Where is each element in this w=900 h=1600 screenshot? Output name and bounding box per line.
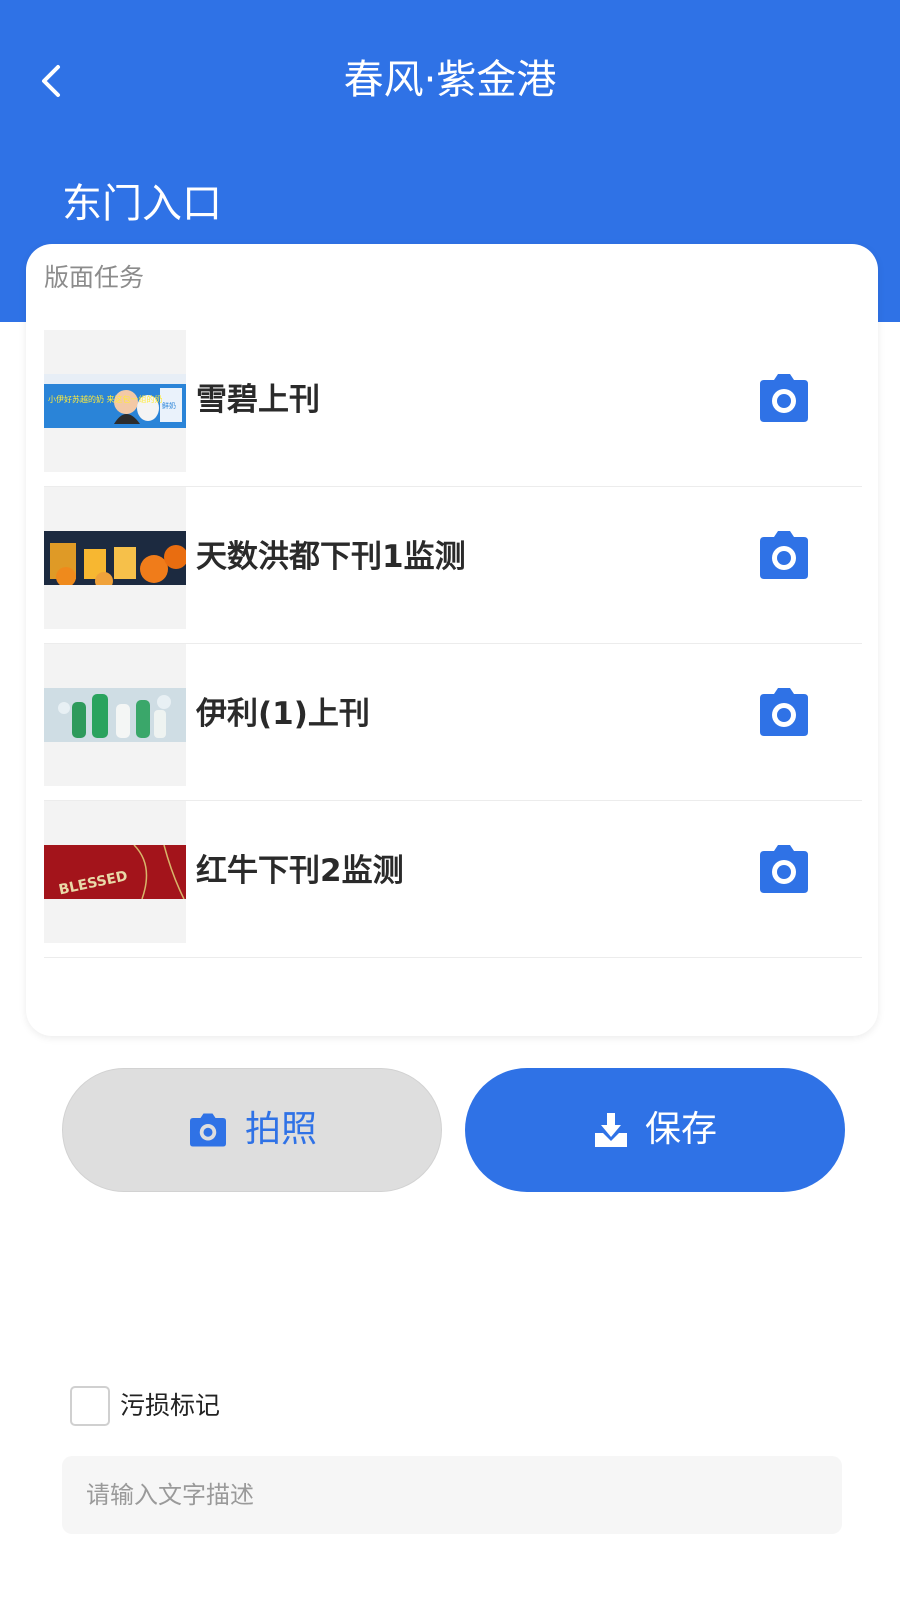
task-name: 天数洪都下刊1监测	[196, 539, 466, 575]
description-input[interactable]	[62, 1456, 842, 1534]
task-camera-button[interactable]	[756, 686, 812, 738]
camera-icon	[760, 845, 808, 893]
task-camera-button[interactable]	[756, 529, 812, 581]
photo-button[interactable]: 拍照	[62, 1068, 442, 1192]
task-row[interactable]: 伊利(1)上刊	[44, 644, 862, 801]
photo-button-label: 拍照	[244, 1109, 317, 1150]
tasks-card: 版面任务 小伊好苏越的奶 来这包一组的奶 鲜奶 雪碧上刊 天数洪都下刊1监测 伊…	[26, 244, 878, 1036]
task-thumbnail[interactable]: 小伊好苏越的奶 来这包一组的奶 鲜奶	[44, 330, 186, 472]
thumb-caption: 小伊好苏越的奶 来这包一组的奶	[48, 394, 163, 404]
task-thumbnail-image: 小伊好苏越的奶 来这包一组的奶 鲜奶	[44, 374, 186, 428]
task-name: 伊利(1)上刊	[196, 696, 370, 732]
page-title: 春风·紫金港	[343, 57, 557, 103]
save-button-label: 保存	[644, 1109, 717, 1150]
camera-icon	[760, 688, 808, 736]
task-thumbnail[interactable]	[44, 644, 186, 786]
save-button[interactable]: 保存	[465, 1068, 845, 1192]
card-title: 版面任务	[44, 263, 145, 292]
task-row[interactable]: 小伊好苏越的奶 来这包一组的奶 鲜奶 雪碧上刊	[44, 330, 862, 487]
task-row[interactable]: BLESSED 红牛下刊2监测	[44, 801, 862, 958]
task-thumbnail-image	[44, 531, 186, 585]
location-title: 东门入口	[62, 181, 222, 227]
thumb-badge: 鲜奶	[162, 401, 176, 410]
damage-mark-row: 污损标记	[70, 1386, 220, 1426]
damage-mark-checkbox[interactable]	[70, 1386, 110, 1426]
task-camera-button[interactable]	[756, 843, 812, 895]
task-thumbnail[interactable]	[44, 487, 186, 629]
camera-icon	[760, 374, 808, 422]
task-row[interactable]: 天数洪都下刊1监测	[44, 487, 862, 644]
camera-icon	[189, 1113, 226, 1147]
damage-mark-label: 污损标记	[120, 1391, 221, 1420]
task-thumbnail-image: BLESSED	[44, 845, 186, 899]
camera-icon	[760, 531, 808, 579]
task-name: 红牛下刊2监测	[196, 853, 404, 889]
task-thumbnail[interactable]: BLESSED	[44, 801, 186, 943]
task-thumbnail-image	[44, 688, 186, 742]
download-tray-icon	[594, 1113, 627, 1147]
task-name: 雪碧上刊	[196, 382, 320, 418]
task-camera-button[interactable]	[756, 372, 812, 424]
task-list: 小伊好苏越的奶 来这包一组的奶 鲜奶 雪碧上刊 天数洪都下刊1监测 伊利(1)上…	[44, 330, 862, 958]
